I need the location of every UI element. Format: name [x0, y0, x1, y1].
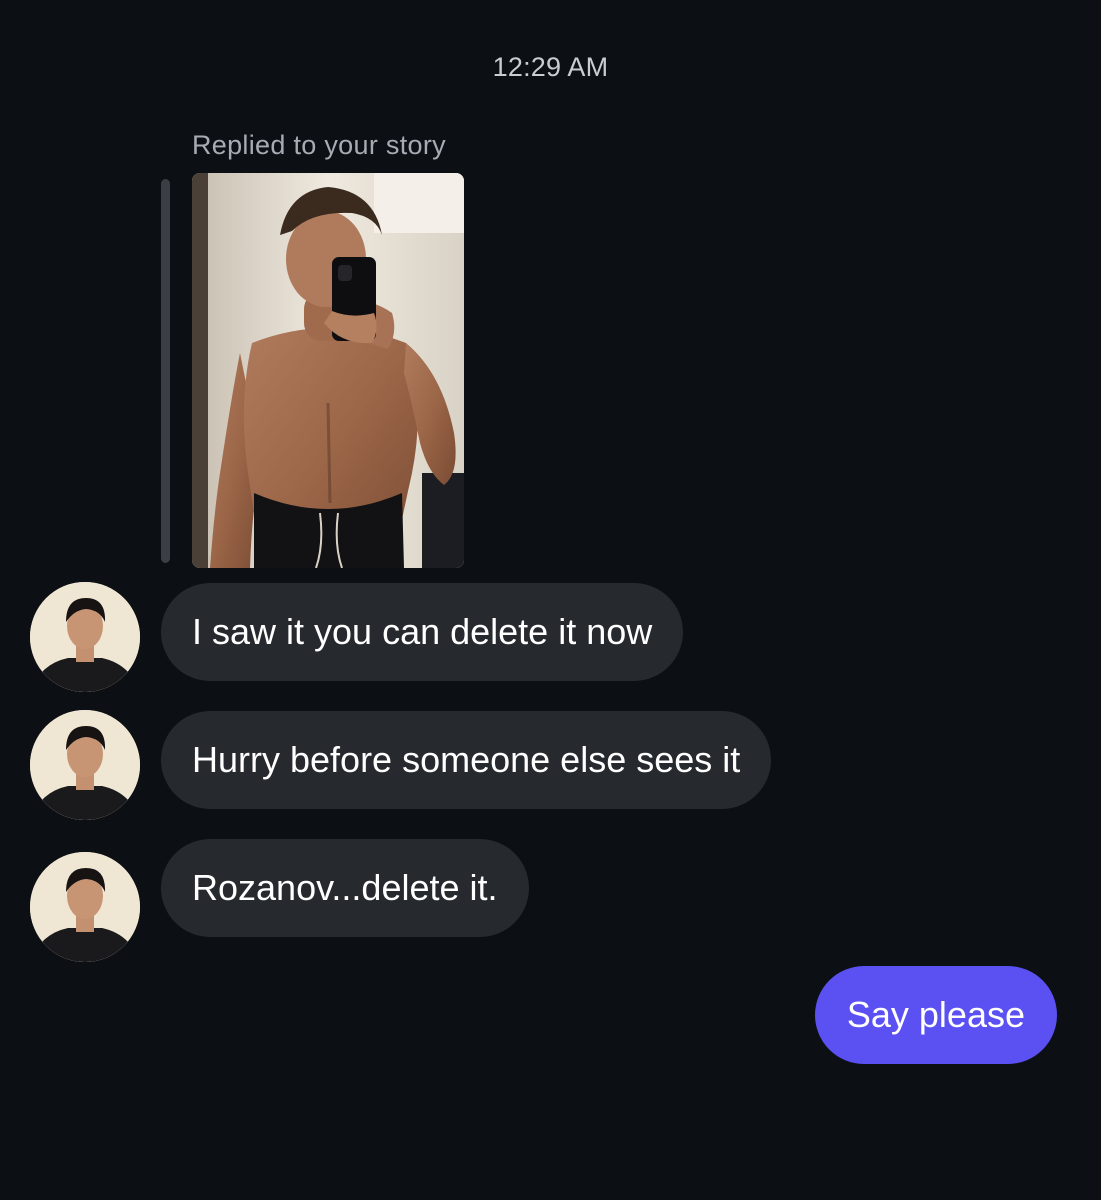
story-reply-bar [161, 179, 170, 563]
contact-avatar[interactable] [30, 582, 140, 692]
message-timestamp: 12:29 AM [492, 52, 609, 82]
incoming-message-bubble[interactable]: Hurry before someone else sees it [161, 711, 772, 809]
incoming-message-bubble[interactable]: Rozanov...delete it. [161, 839, 529, 937]
outgoing-message-bubble[interactable]: Say please [814, 966, 1057, 1064]
contact-avatar[interactable] [30, 852, 140, 962]
contact-avatar[interactable] [30, 710, 140, 820]
story-reply-label: Replied to your story [192, 130, 446, 160]
incoming-message-bubble[interactable]: I saw it you can delete it now [161, 583, 684, 681]
story-thumbnail[interactable] [192, 173, 464, 568]
